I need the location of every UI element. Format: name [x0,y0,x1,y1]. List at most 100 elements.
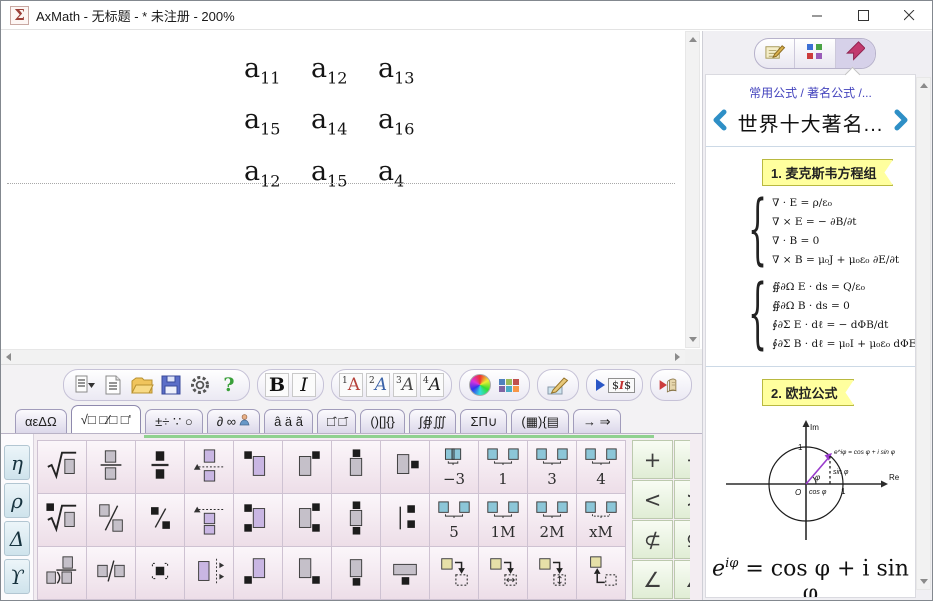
divider-supsub-template[interactable] [381,494,429,546]
op-angle-button[interactable]: ∠ [632,560,673,599]
pre-supsub-template[interactable] [234,494,282,546]
op-not-subset-button[interactable]: ⊄ [632,520,673,559]
breadcrumb[interactable]: 常用公式 / 著名公式 /... [706,84,915,101]
slanted-fraction-template[interactable] [87,494,135,546]
maxwell-equations[interactable]: {∇ · E = ρ/ε₀∇ × E = − ∂B/∂t∇ · B = 0∇ ×… [706,194,915,354]
overscript-template[interactable] [332,441,380,493]
matrix-cell[interactable]: a4 [378,156,445,190]
maximize-button[interactable] [840,1,886,29]
new-document-button[interactable] [100,372,126,398]
small-slanted-fraction-template[interactable] [136,494,184,546]
superscript-template[interactable] [283,441,331,493]
settings-button[interactable] [187,372,213,398]
move-box-right-down[interactable] [430,547,478,599]
op-angle-2-button[interactable]: ∠ [674,560,690,599]
hspace-5[interactable]: 5 [430,494,478,546]
matrix-cell[interactable]: a15 [244,104,311,138]
over-under-script-template[interactable] [332,494,380,546]
hspace-1[interactable]: 1 [479,441,527,493]
scroll-down-icon[interactable] [689,337,697,342]
matrix-cell[interactable]: a15 [311,156,378,190]
long-division-template[interactable] [38,547,86,599]
matrix-cell[interactable]: a16 [378,104,445,138]
color-grid-button[interactable] [496,372,522,398]
tab-accents[interactable]: â ä ã [264,409,313,433]
supsub-template[interactable] [283,494,331,546]
op-less-than-button[interactable]: < [632,480,673,519]
library-button[interactable] [658,372,684,398]
pre-subscript-template[interactable] [234,547,282,599]
inline-division-template[interactable] [87,547,135,599]
breadcrumb-text[interactable]: 常用公式 / 著名公式 /... [749,86,872,100]
wide-underscript-template[interactable] [381,547,429,599]
op-plus-button[interactable]: + [632,440,673,479]
tex-inline-button[interactable]: $I$ [594,372,635,398]
canvas-horizontal-scrollbar[interactable] [1,349,685,364]
insert-row-between[interactable] [185,441,233,493]
symbols-panel-tab[interactable] [795,39,835,68]
euler-unit-circle-diagram[interactable]: Im Re O 1 1 φ cos φ sin φ e^iφ = cos φ +… [722,416,900,542]
section-2-heading[interactable]: 2. 欧拉公式 [762,379,854,406]
matrix-cell[interactable]: a12 [244,156,311,190]
matrix-cell[interactable]: a14 [311,104,378,138]
close-button[interactable] [886,1,932,29]
hspace-4[interactable]: 4 [577,441,625,493]
nth-root-template[interactable] [38,494,86,546]
save-button[interactable] [158,372,184,398]
tab-overbars[interactable]: □̂ □̄ [317,409,356,433]
underscript-template[interactable] [332,547,380,599]
sidebar-scrollbar[interactable] [916,77,931,590]
greek-delta-button[interactable]: Δ [4,521,30,556]
scroll-up-icon[interactable] [920,83,928,88]
tab-greek[interactable]: αεΔΩ [15,409,67,433]
mid-right-script-template[interactable] [381,441,429,493]
matrix-equation[interactable]: a11a12a13a15a14a16a12a15a4 [244,53,445,190]
open-button[interactable] [129,372,155,398]
subscript-template[interactable] [283,547,331,599]
chevron-right-icon[interactable] [893,109,910,136]
maxwell-integral-group[interactable]: {∯∂Ω E · ds = Q/ε₀∯∂Ω B · ds = 0∮∂Σ E · … [748,278,915,354]
font-style-4-button[interactable]: 4A [420,373,444,397]
move-box-vertical[interactable] [528,547,576,599]
scroll-down-icon[interactable] [920,579,928,584]
tab-fractions-radicals[interactable]: √□ □⁄□ □' [71,405,141,433]
tab-arrows[interactable]: → ⇒ [573,409,621,433]
matrix-cell[interactable]: a12 [311,53,378,87]
tab-big-operators[interactable]: ΣΠ∪ [460,409,507,433]
maxwell-differential-group[interactable]: {∇ · E = ρ/ε₀∇ × E = − ∂B/∂t∇ · B = 0∇ ×… [748,194,915,270]
insert-row-above[interactable] [185,494,233,546]
bookmarks-panel-tab[interactable] [836,39,875,68]
op-minus-button[interactable]: − [674,440,690,479]
tab-calculus[interactable]: ∂ ∞ [207,409,260,433]
op-subset-eq-button[interactable]: ⊆ [674,520,690,559]
selection-resize-tool[interactable] [136,547,184,599]
insert-column-right[interactable] [185,547,233,599]
chevron-left-icon[interactable] [711,109,728,136]
canvas-vertical-scrollbar[interactable] [685,31,700,348]
move-box-horizontal[interactable] [479,547,527,599]
italic-button[interactable]: I [292,373,316,397]
hspace-1M[interactable]: 1M [479,494,527,546]
op-greater-than-button[interactable]: > [674,480,690,519]
hspace-3[interactable]: 3 [528,441,576,493]
hspace-minus-3[interactable]: −3 [430,441,478,493]
sketch-panel-tab[interactable] [755,39,795,68]
color-wheel-button[interactable] [467,372,493,398]
scroll-left-icon[interactable] [6,353,11,361]
tab-brackets[interactable]: ()[]{} [360,409,405,433]
scroll-up-icon[interactable] [689,37,697,42]
greek-upsilon-button[interactable]: ϒ [4,559,30,594]
greek-eta-button[interactable]: η [4,445,30,480]
equation-canvas[interactable]: a11a12a13a15a14a16a12a15a4 [1,31,702,364]
help-button[interactable]: ? [216,372,242,398]
fraction-template[interactable] [87,441,135,493]
tab-operators[interactable]: ±÷ ∵ ○ [145,409,203,433]
sqrt-template[interactable] [38,441,86,493]
bold-button[interactable]: B [265,373,289,397]
section-1-heading[interactable]: 1. 麦克斯韦方程组 [762,159,893,186]
hspace-xM[interactable]: xM [577,494,625,546]
tab-matrices[interactable]: (▦){▤ [511,409,569,433]
scroll-right-icon[interactable] [675,353,680,361]
matrix-cell[interactable]: a11 [244,53,311,87]
minimize-button[interactable] [794,1,840,29]
